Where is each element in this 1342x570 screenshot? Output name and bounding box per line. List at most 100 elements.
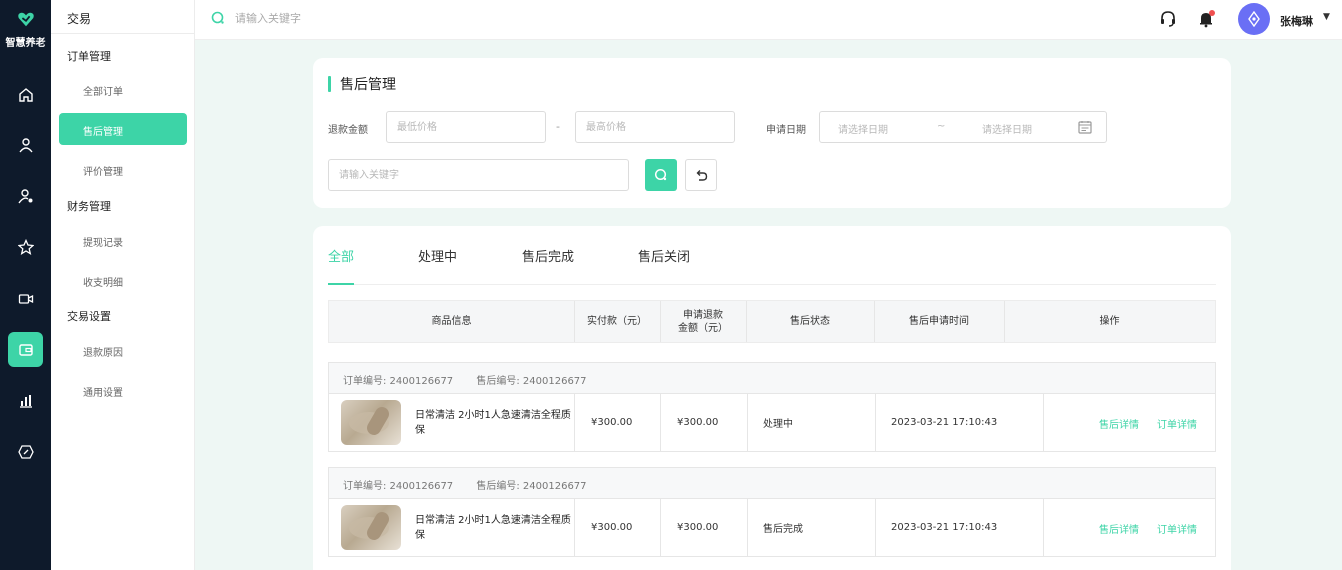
rail-tag[interactable] xyxy=(8,434,43,469)
group-finance: 财务管理 xyxy=(67,200,111,213)
nav-withdraw[interactable]: 提现记录 xyxy=(59,224,187,256)
price-range-separator: - xyxy=(556,120,560,133)
aftersale-number: 售后编号: 2400126677 xyxy=(476,376,587,387)
rail-home[interactable] xyxy=(8,77,43,112)
paid-amount: ¥300.00 xyxy=(591,522,633,533)
search-button[interactable] xyxy=(645,159,677,191)
th-refund-line1: 申请退款 xyxy=(683,309,723,321)
order-detail-link[interactable]: 订单详情 xyxy=(1157,521,1197,536)
cell-divider xyxy=(875,499,876,556)
home-icon xyxy=(18,87,33,102)
user-check-icon xyxy=(17,188,32,203)
nav-aftersale[interactable]: 售后管理 xyxy=(59,113,187,145)
undo-icon xyxy=(696,170,708,181)
tab-completed[interactable]: 售后完成 xyxy=(522,246,574,285)
rail-chart[interactable] xyxy=(8,383,43,418)
user-icon xyxy=(18,137,33,152)
cell-divider xyxy=(747,394,748,451)
order-row: 订单编号: 2400126677 售后编号: 2400126677 日常清洁 2… xyxy=(328,362,1216,452)
th-ops: 操作 xyxy=(1099,316,1120,327)
filter-card: 售后管理 退款金额 - 申请日期 请选择日期 ~ 请选择日期 xyxy=(313,58,1231,208)
product-name: 日常清洁 2小时1人急速清洁全程质保 xyxy=(415,515,571,541)
wallet-icon xyxy=(18,343,33,356)
headset-button[interactable] xyxy=(1159,10,1177,28)
tag-icon xyxy=(17,444,34,459)
cell-divider xyxy=(1043,499,1044,556)
cell-divider xyxy=(660,394,661,451)
logo-heart-icon xyxy=(17,12,34,27)
order-row-header: 订单编号: 2400126677 售后编号: 2400126677 xyxy=(329,363,1215,394)
icon-rail: 智慧养老 xyxy=(0,0,51,570)
user-menu-caret[interactable]: ▼ xyxy=(1323,12,1330,22)
global-search xyxy=(211,11,435,25)
max-price-input[interactable] xyxy=(575,111,735,143)
aftersale-list-card: 全部 处理中 售后完成 售后关闭 商品信息 实付款（元） 申请退款 金额（元） … xyxy=(313,226,1231,570)
calendar-icon xyxy=(1078,121,1092,134)
keyword-input[interactable] xyxy=(328,159,629,191)
user-name[interactable]: 张梅琳 xyxy=(1280,13,1313,29)
product-thumbnail[interactable] xyxy=(341,505,401,550)
rail-user[interactable] xyxy=(8,127,43,162)
reset-button[interactable] xyxy=(685,159,717,191)
avatar[interactable] xyxy=(1238,3,1270,35)
refund-amount: ¥300.00 xyxy=(677,417,719,428)
top-bar: 张梅琳 ▼ xyxy=(195,0,1342,40)
nav-general-settings[interactable]: 通用设置 xyxy=(59,374,187,406)
status-tabs: 全部 处理中 售后完成 售后关闭 xyxy=(328,226,1216,285)
avatar-icon xyxy=(1248,11,1260,27)
order-number: 订单编号: 2400126677 xyxy=(343,376,454,387)
brand-logo[interactable]: 智慧养老 xyxy=(0,10,51,49)
th-refund: 申请退款 金额（元） xyxy=(660,301,746,342)
subnav-title: 交易 xyxy=(51,0,194,34)
th-paid: 实付款（元） xyxy=(587,316,647,327)
product-thumbnail[interactable] xyxy=(341,400,401,445)
page-title-text: 售后管理 xyxy=(340,77,396,93)
product-name: 日常清洁 2小时1人急速清洁全程质保 xyxy=(415,410,571,436)
rail-user-check[interactable] xyxy=(8,178,43,213)
aftersale-status: 售后完成 xyxy=(763,524,803,535)
aftersale-detail-link[interactable]: 售后详情 xyxy=(1099,521,1139,536)
chart-icon xyxy=(19,394,32,408)
apply-date-label: 申请日期 xyxy=(766,125,806,136)
min-price-input[interactable] xyxy=(386,111,546,143)
refund-amount-label: 退款金额 xyxy=(328,125,368,136)
aftersale-status: 处理中 xyxy=(763,419,793,430)
aftersale-detail-link[interactable]: 售后详情 xyxy=(1099,416,1139,431)
tab-processing[interactable]: 处理中 xyxy=(418,246,457,285)
cell-divider xyxy=(875,394,876,451)
title-accent-bar xyxy=(328,76,331,92)
global-search-input[interactable] xyxy=(235,11,435,25)
search-icon xyxy=(654,168,667,181)
video-icon xyxy=(18,293,33,304)
date-end[interactable]: 请选择日期 xyxy=(982,121,1032,136)
rail-star[interactable] xyxy=(8,229,43,264)
refund-amount: ¥300.00 xyxy=(677,522,719,533)
date-range-separator: ~ xyxy=(937,121,946,132)
notification-button[interactable] xyxy=(1197,10,1215,28)
date-start[interactable]: 请选择日期 xyxy=(838,121,888,136)
notification-badge xyxy=(1209,10,1215,16)
group-orders: 订单管理 xyxy=(67,50,111,63)
order-row: 订单编号: 2400126677 售后编号: 2400126677 日常清洁 2… xyxy=(328,467,1216,557)
rail-video[interactable] xyxy=(8,281,43,316)
cell-divider xyxy=(574,499,575,556)
page-title: 售后管理 xyxy=(328,74,396,94)
date-range-picker[interactable]: 请选择日期 ~ 请选择日期 xyxy=(819,111,1107,143)
order-row-header: 订单编号: 2400126677 售后编号: 2400126677 xyxy=(329,468,1215,499)
tab-closed[interactable]: 售后关闭 xyxy=(638,246,690,285)
rail-wallet[interactable] xyxy=(8,332,43,367)
table-header: 商品信息 实付款（元） 申请退款 金额（元） 售后状态 售后申请时间 操作 xyxy=(328,300,1216,343)
nav-income[interactable]: 收支明细 xyxy=(59,264,187,296)
th-refund-line2: 金额（元） xyxy=(678,322,728,334)
nav-refund-reasons[interactable]: 退款原因 xyxy=(59,334,187,366)
nav-all-orders[interactable]: 全部订单 xyxy=(59,73,187,105)
nav-reviews[interactable]: 评价管理 xyxy=(59,153,187,185)
order-detail-link[interactable]: 订单详情 xyxy=(1157,416,1197,431)
group-trade-settings: 交易设置 xyxy=(67,310,111,323)
tab-all[interactable]: 全部 xyxy=(328,246,355,285)
aftersale-number: 售后编号: 2400126677 xyxy=(476,481,587,492)
cell-divider xyxy=(574,394,575,451)
brand-name: 智慧养老 xyxy=(5,38,46,49)
star-icon xyxy=(17,238,34,255)
apply-time: 2023-03-21 17:10:43 xyxy=(891,522,998,533)
